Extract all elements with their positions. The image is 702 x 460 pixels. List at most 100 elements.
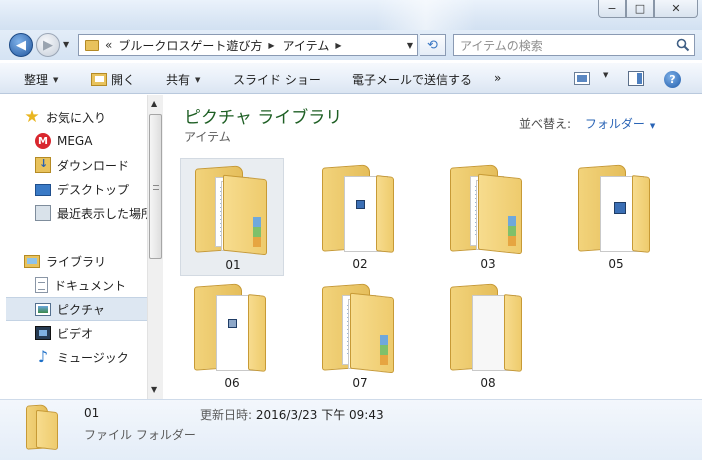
folder-name: 02 [352, 257, 368, 271]
search-icon[interactable] [676, 38, 690, 52]
library-title: ピクチャ ライブラリ [184, 108, 343, 128]
folder-icon [192, 281, 272, 373]
file-view: ピクチャ ライブラリ アイテム 並べ替え: フォルダー ▼ 01 02 03 05 [164, 95, 702, 399]
folder-name: 01 [225, 258, 241, 272]
minimize-button[interactable]: − [598, 0, 626, 18]
music-icon: ♪ [37, 347, 49, 366]
command-toolbar: 整理 ▼ 開く 共有 ▼ スライド ショー 電子メールで送信する » ▼ ? [0, 62, 702, 94]
pictures-icon [35, 302, 51, 316]
email-button[interactable]: 電子メールで送信する [352, 71, 472, 88]
arrange-by: 並べ替え: フォルダー ▼ [519, 115, 655, 132]
slideshow-button[interactable]: スライド ショー [233, 71, 321, 88]
folder-icon [85, 39, 99, 51]
help-icon[interactable]: ? [664, 71, 681, 88]
mega-icon: M [35, 133, 51, 149]
folder-icon [448, 162, 528, 255]
address-history-dropdown[interactable]: ▼ [407, 41, 413, 50]
breadcrumb-parent[interactable]: ブルークロスゲート遊び方 [118, 37, 262, 54]
sidebar-item-label: お気に入り [46, 110, 107, 125]
maximize-button[interactable]: □ [626, 0, 654, 18]
arrange-value: フォルダー [584, 117, 645, 131]
search-placeholder: アイテムの検索 [460, 38, 543, 53]
organize-menu[interactable]: 整理 ▼ [24, 71, 58, 88]
folder-icon [576, 162, 656, 254]
title-glare [376, 0, 476, 30]
sidebar-item-label: 最近表示した場所 [57, 206, 147, 221]
videos-icon [35, 326, 51, 340]
folder-item[interactable]: 08 [436, 277, 540, 395]
folder-name: 07 [352, 376, 368, 390]
folder-icon [24, 403, 60, 451]
download-folder-icon [35, 157, 51, 173]
scroll-up-icon[interactable]: ▲ [151, 99, 157, 108]
arrange-label: 並べ替え: [519, 117, 572, 131]
library-subtitle: アイテム [184, 130, 231, 144]
address-overflow-chevron[interactable]: « [105, 38, 112, 52]
sidebar-item-pictures[interactable]: ピクチャ [6, 297, 147, 321]
folder-name: 06 [224, 376, 240, 390]
folder-icon [320, 281, 400, 374]
sidebar-item-label: ライブラリ [46, 254, 107, 269]
chevron-down-icon: ▼ [195, 75, 201, 84]
refresh-button[interactable]: ⟲ [420, 34, 446, 56]
sidebar-item-label: デスクトップ [57, 182, 130, 197]
star-icon: ★ [24, 107, 40, 127]
sidebar-item-label: ダウンロード [57, 158, 130, 173]
details-pane: 01 ファイル フォルダー 更新日時: 2016/3/23 下午 09:43 [0, 399, 702, 460]
navigation-pane: ★ お気に入り M MEGA ダウンロード デスクトップ 最近表示した場所 ライ… [0, 95, 163, 399]
selected-item-type: ファイル フォルダー [84, 428, 196, 442]
share-menu[interactable]: 共有 ▼ [166, 71, 200, 88]
sidebar-item-label: ピクチャ [57, 302, 105, 317]
change-view-icon[interactable] [574, 72, 590, 85]
chevron-down-icon: ▼ [649, 122, 656, 130]
open-button[interactable]: 開く [91, 71, 135, 88]
preview-pane-icon[interactable] [628, 71, 644, 86]
sidebar-item-recent-places[interactable]: 最近表示した場所 [35, 201, 147, 225]
folder-item[interactable]: 06 [180, 277, 284, 395]
folder-item[interactable]: 02 [308, 158, 412, 276]
organize-label: 整理 [24, 73, 49, 87]
window-controls: − □ ✕ [598, 0, 698, 18]
open-label: 開く [111, 73, 136, 87]
refresh-icon: ⟲ [427, 37, 438, 53]
desktop-icon [35, 184, 51, 196]
sidebar-item-label: ミュージック [57, 350, 129, 365]
folder-name: 05 [608, 257, 624, 271]
title-bar: − □ ✕ [0, 0, 702, 30]
back-button[interactable]: ◀ [9, 33, 33, 57]
address-bar[interactable]: « ブルークロスゲート遊び方 ▶ アイテム ▶ ▼ [78, 34, 418, 56]
breadcrumb-arrow-icon[interactable]: ▶ [335, 41, 341, 50]
folder-name: 03 [480, 257, 496, 271]
folder-item[interactable]: 03 [436, 158, 540, 276]
recent-places-icon [35, 205, 51, 221]
library-icon [24, 254, 40, 268]
grip-icon [153, 185, 159, 190]
close-button[interactable]: ✕ [654, 0, 698, 18]
breadcrumb-current[interactable]: アイテム [283, 37, 330, 54]
modified-date-value: 2016/3/23 下午 09:43 [255, 408, 384, 422]
folder-name: 08 [480, 376, 496, 390]
share-label: 共有 [166, 73, 191, 87]
folder-item[interactable]: 01 [180, 158, 284, 276]
chevron-down-icon: ▼ [603, 71, 609, 79]
folder-item[interactable]: 05 [564, 158, 668, 276]
selected-item-name: 01 [84, 406, 100, 420]
scrollbar-thumb[interactable] [149, 114, 162, 259]
forward-button[interactable]: ▶ [36, 33, 60, 57]
sidebar-scrollbar[interactable]: ▲ ▼ [147, 95, 163, 399]
view-options-dropdown[interactable]: ▼ [598, 71, 608, 79]
arrange-dropdown[interactable]: フォルダー ▼ [585, 117, 655, 131]
folder-item[interactable]: 07 [308, 277, 412, 395]
recent-pages-dropdown[interactable]: ▼ [63, 40, 69, 49]
folder-icon [193, 163, 273, 256]
search-input[interactable]: アイテムの検索 [453, 34, 695, 56]
folder-icon [320, 162, 400, 254]
documents-icon [35, 277, 48, 293]
more-commands-button[interactable]: » [494, 71, 501, 85]
modified-date: 更新日時: 2016/3/23 下午 09:43 [200, 406, 384, 423]
sidebar-item-label: ビデオ [57, 326, 94, 341]
breadcrumb-arrow-icon[interactable]: ▶ [268, 41, 274, 50]
sidebar-item-label: ドキュメント [54, 278, 127, 293]
scroll-down-icon[interactable]: ▼ [151, 385, 157, 394]
navigation-bar: ◀ ▶ ▼ « ブルークロスゲート遊び方 ▶ アイテム ▶ ▼ ⟲ アイテムの検… [0, 30, 702, 60]
